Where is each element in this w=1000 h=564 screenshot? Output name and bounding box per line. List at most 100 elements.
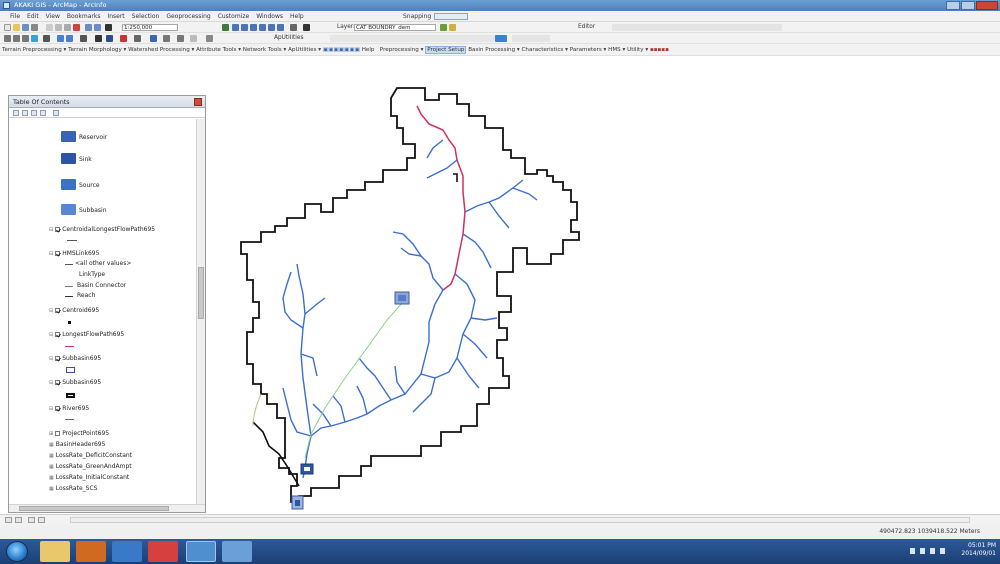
explorer-taskbar-icon[interactable] (40, 541, 70, 562)
refresh-button[interactable] (28, 517, 35, 523)
snapping-menu[interactable]: Snapping (403, 11, 431, 22)
find-icon[interactable] (120, 35, 127, 42)
table-loss-green[interactable]: ▦ LossRate_GreenAndAmpt (49, 463, 132, 470)
layer-subbasin-1[interactable]: ⊟ Subbasin695 (49, 355, 101, 362)
hms-menu[interactable]: HMS (608, 47, 621, 53)
measure-icon[interactable] (134, 35, 141, 42)
subbasin-map-symbol-icon[interactable] (394, 291, 410, 305)
print-icon[interactable] (31, 24, 38, 31)
layout-view-button[interactable] (15, 517, 22, 523)
tray-arrow-icon[interactable] (910, 548, 915, 554)
media-taskbar-icon[interactable] (76, 541, 106, 562)
list-by-drawing-order-icon[interactable] (13, 110, 19, 116)
redo-icon[interactable] (94, 24, 101, 31)
toc-close-icon[interactable] (194, 98, 202, 106)
select-features-icon[interactable] (80, 35, 87, 42)
junction-map-symbol-icon[interactable] (291, 495, 304, 510)
layer-visibility-checkbox[interactable] (55, 251, 61, 256)
hydro-tool-icons[interactable]: ▣▣▣▣▣▣▣ (323, 47, 360, 53)
add-data-icon[interactable] (105, 24, 112, 31)
help-menu[interactable]: Help (362, 47, 375, 53)
menu-file[interactable]: File (10, 13, 20, 20)
fixed-zoom-icon[interactable] (43, 35, 50, 42)
layer-visibility-checkbox[interactable] (55, 431, 61, 436)
layer-visibility-checkbox[interactable] (55, 356, 61, 361)
new-document-icon[interactable] (4, 24, 11, 31)
menu-customize[interactable]: Customize (218, 13, 250, 20)
cut-icon[interactable] (46, 24, 53, 31)
aputilities-menu[interactable]: ApUtilities (288, 47, 316, 53)
snapping-tools[interactable] (434, 13, 468, 20)
expand-icon[interactable]: ⊞ (49, 431, 53, 437)
toc-window-icon[interactable] (232, 24, 239, 31)
layer-river[interactable]: ⊟ River695 (49, 405, 89, 412)
model-builder-icon[interactable] (277, 24, 284, 31)
layer-subbasin-2[interactable]: ⊟ Subbasin695 (49, 379, 101, 386)
layer-visibility-checkbox[interactable] (55, 227, 61, 232)
maximize-button[interactable] (961, 1, 975, 10)
menu-windows[interactable]: Windows (256, 13, 283, 20)
layer-tool-icon[interactable] (440, 24, 447, 31)
search-window-icon[interactable] (250, 24, 257, 31)
dropdown-arrow-icon[interactable] (303, 24, 310, 31)
attribute-tools-menu[interactable]: Attribute Tools (196, 47, 236, 53)
map-scale-field[interactable]: 1:250,000 (122, 24, 178, 31)
list-by-selection-icon[interactable] (40, 110, 46, 116)
clock[interactable]: 05:01 PM 2014/09/01 (961, 542, 996, 558)
table-basin-header[interactable]: ▦ BasinHeader695 (49, 441, 105, 448)
layer-centroid[interactable]: ⊟ Centroid695 (49, 307, 99, 314)
expand-icon[interactable]: ⊟ (49, 308, 53, 314)
layer-visibility-checkbox[interactable] (55, 406, 61, 411)
expand-icon[interactable]: ⊟ (49, 356, 53, 362)
layer-visibility-checkbox[interactable] (55, 332, 61, 337)
delete-icon[interactable] (73, 24, 80, 31)
internet-explorer-taskbar-icon[interactable] (112, 541, 142, 562)
preprocessing-menu[interactable]: Preprocessing (380, 47, 419, 53)
expand-icon[interactable]: ⊟ (49, 251, 53, 257)
expand-icon[interactable]: ⊟ (49, 380, 53, 386)
full-extent-icon[interactable] (31, 35, 38, 42)
arctoolbox-icon[interactable] (259, 24, 266, 31)
expand-icon[interactable]: ⊟ (49, 332, 53, 338)
layer-centroidal-longest-flow-path[interactable]: ⊟ CentroidalLongestFlowPath695 (49, 226, 155, 233)
geohms-tool-icons[interactable]: ▪▪▪▪▪ (650, 47, 669, 53)
layer-visibility-checkbox[interactable] (55, 380, 61, 385)
table-loss-deficit[interactable]: ▦ LossRate_DeficitConstant (49, 452, 132, 459)
data-view-button[interactable] (5, 517, 12, 523)
layer-project-point[interactable]: ⊞ ProjectPoint695 (49, 430, 109, 437)
editor-toolbar-icon[interactable] (222, 24, 229, 31)
open-icon[interactable] (13, 24, 20, 31)
scrollbar-thumb[interactable] (198, 267, 204, 319)
expand-icon[interactable]: ⊟ (49, 227, 53, 233)
whats-this-icon[interactable] (290, 24, 297, 31)
network-icon[interactable] (920, 548, 925, 554)
layer-longest-flow-path[interactable]: ⊟ LongestFlowPath695 (49, 331, 124, 338)
catalog-window-icon[interactable] (241, 24, 248, 31)
menu-insert[interactable]: Insert (107, 13, 124, 20)
zoom-out-icon[interactable] (13, 35, 20, 42)
hyperlink-icon[interactable] (150, 35, 157, 42)
scrollbar-thumb[interactable] (19, 506, 169, 511)
arccatalog-taskbar-icon[interactable] (222, 541, 252, 562)
menu-view[interactable]: View (46, 13, 60, 20)
close-window-button[interactable] (976, 1, 998, 10)
list-by-source-icon[interactable] (22, 110, 28, 116)
back-extent-icon[interactable] (57, 35, 64, 42)
utility-menu[interactable]: Utility (627, 47, 643, 53)
list-by-visibility-icon[interactable] (31, 110, 37, 116)
volume-icon[interactable] (940, 548, 945, 554)
menu-edit[interactable]: Edit (27, 13, 39, 20)
goto-xy-icon[interactable] (206, 35, 213, 42)
minimize-button[interactable] (946, 1, 960, 10)
editor-menu[interactable]: Editor (578, 22, 595, 33)
toc-options-icon[interactable] (53, 110, 59, 116)
sink-map-symbol-icon[interactable] (300, 463, 314, 475)
network-tools-menu[interactable]: Network Tools (243, 47, 282, 53)
layer-visibility-checkbox[interactable] (55, 308, 61, 313)
pan-icon[interactable] (22, 35, 29, 42)
map-display[interactable] (207, 58, 1000, 513)
html-popup-icon[interactable] (163, 35, 170, 42)
aputilities-toolbar-label[interactable]: ApUtilities (274, 33, 303, 44)
paste-icon[interactable] (64, 24, 71, 31)
map-horizontal-scrollbar[interactable] (70, 517, 970, 523)
